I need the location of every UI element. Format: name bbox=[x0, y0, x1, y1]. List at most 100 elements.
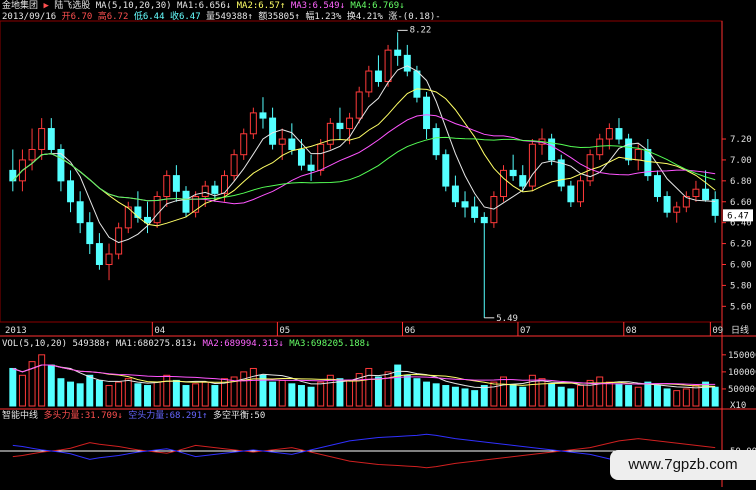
volume-bar bbox=[288, 383, 296, 407]
volume-bar bbox=[124, 378, 132, 407]
volume-bar bbox=[9, 367, 17, 407]
candle-body bbox=[490, 196, 498, 224]
indicator-bear: 空头力量:68.291↑ bbox=[128, 411, 208, 421]
play-arrow-icon[interactable]: ▶ bbox=[43, 1, 48, 11]
volume-bar bbox=[509, 385, 517, 407]
price-tick-label: 6.60 bbox=[730, 198, 752, 208]
candle-body bbox=[105, 253, 113, 265]
price-tick-label: 6.00 bbox=[730, 260, 752, 270]
quote-line: 2013/09/16 开6.70 高6.72 低6.44 收6.47 量5493… bbox=[2, 12, 441, 23]
volume-bar bbox=[605, 381, 613, 407]
volume-bar bbox=[297, 385, 305, 407]
volume-bar bbox=[86, 374, 94, 407]
ma-label: MA(5,10,20,30) bbox=[95, 1, 172, 11]
indicator-balance: 多空平衡:50 bbox=[213, 411, 266, 421]
volume-bar bbox=[451, 386, 459, 407]
candle-body bbox=[673, 206, 681, 213]
volume-bar bbox=[57, 378, 65, 407]
tab-label[interactable]: 陆飞选股 bbox=[54, 1, 90, 11]
candle-body bbox=[346, 117, 354, 130]
time-axis-label: 07 bbox=[520, 326, 531, 336]
watermark: www.7gpzb.com bbox=[610, 450, 756, 480]
candle-body bbox=[355, 91, 363, 119]
price-tick-label: 5.80 bbox=[730, 281, 752, 291]
candle-body bbox=[240, 133, 248, 156]
volume-bar bbox=[596, 376, 604, 407]
volume-bar bbox=[163, 374, 171, 407]
high-label: 8.22 bbox=[410, 25, 432, 35]
quote-diff: 涨-(0.18)- bbox=[388, 12, 441, 22]
candle-body bbox=[336, 122, 344, 130]
candle-body bbox=[500, 169, 507, 198]
volume-bar bbox=[500, 376, 507, 407]
ma4-value: MA4:6.769↓ bbox=[350, 1, 405, 11]
candle-body bbox=[144, 216, 151, 224]
quote-open: 开6.70 bbox=[61, 12, 93, 22]
stock-name[interactable]: 金地集团 bbox=[2, 1, 38, 11]
ma1-value: MA1:6.656↓ bbox=[177, 1, 232, 11]
time-axis-label: 2013 bbox=[5, 326, 27, 336]
volume-bar bbox=[432, 383, 440, 407]
volume-bar bbox=[134, 383, 142, 407]
vol-tick-label: 1500000 bbox=[728, 351, 756, 361]
main-header: 金地集团 ▶ 陆飞选股 MA(5,10,20,30) MA1:6.656↓ MA… bbox=[2, 1, 405, 12]
volume-bar bbox=[365, 367, 373, 407]
time-axis-label: 06 bbox=[404, 326, 415, 336]
quote-amount: 额35805↑ bbox=[258, 12, 300, 22]
candle-body bbox=[403, 54, 411, 72]
time-axis-label: 04 bbox=[154, 326, 165, 336]
candle-body bbox=[278, 138, 286, 145]
volume-bar bbox=[644, 381, 652, 407]
price-tick-label: 7.00 bbox=[730, 156, 752, 166]
price-tick-label: 6.20 bbox=[730, 240, 752, 250]
candle-body bbox=[528, 143, 536, 187]
low-label: 5.49 bbox=[496, 314, 518, 324]
vol-tick-label: 1000000 bbox=[728, 368, 756, 378]
vol-ma1: MA1:680275.813↓ bbox=[115, 339, 198, 349]
ma2-value: MA2:6.57↑ bbox=[236, 1, 286, 11]
volume-bar bbox=[192, 383, 200, 407]
volume-bar bbox=[557, 386, 565, 407]
volume-bar bbox=[278, 379, 286, 407]
candle-body bbox=[76, 201, 84, 224]
candle-body bbox=[259, 112, 267, 119]
volume-bar bbox=[615, 383, 623, 407]
volume-bar bbox=[76, 383, 84, 407]
volume-bar bbox=[384, 371, 392, 407]
volume-bar bbox=[634, 386, 642, 407]
volume-bar bbox=[586, 379, 594, 407]
volume-bar bbox=[538, 378, 546, 407]
candle-body bbox=[692, 188, 700, 198]
volume-bar bbox=[18, 374, 26, 407]
volume-bar bbox=[153, 381, 161, 407]
volume-bar bbox=[442, 385, 450, 407]
volume-bar bbox=[519, 386, 527, 407]
candle-body bbox=[365, 70, 373, 93]
volume-bar bbox=[47, 364, 55, 407]
quote-volume: 量549388↑ bbox=[206, 12, 253, 22]
current-price-label: 6.47 bbox=[727, 211, 749, 221]
indicator-name[interactable]: 智能中线 bbox=[2, 411, 38, 421]
price-tick-label: 7.20 bbox=[730, 135, 752, 145]
volume-bar bbox=[201, 381, 209, 407]
volume-bar bbox=[211, 385, 219, 407]
quote-close: 收6.47 bbox=[169, 12, 201, 22]
ma5-line bbox=[12, 65, 716, 244]
volume-bar bbox=[653, 385, 661, 407]
volume-bar bbox=[240, 371, 248, 407]
price-tick-label: 6.80 bbox=[730, 177, 752, 187]
vol-ma3: MA3:698205.188↓ bbox=[289, 339, 371, 349]
volume-bar bbox=[673, 390, 681, 407]
candle-body bbox=[461, 201, 469, 208]
candle-body bbox=[567, 185, 575, 203]
volume-bar bbox=[625, 385, 633, 407]
candle-body bbox=[317, 143, 325, 171]
quote-low: 低6.44 bbox=[133, 12, 165, 22]
candle-body bbox=[394, 49, 402, 56]
candle-body bbox=[28, 148, 36, 161]
ma10-line bbox=[12, 88, 716, 227]
volume-bar bbox=[682, 388, 690, 407]
volume-bar bbox=[115, 381, 123, 407]
volume-bar bbox=[374, 376, 382, 407]
candle-body bbox=[249, 112, 257, 135]
